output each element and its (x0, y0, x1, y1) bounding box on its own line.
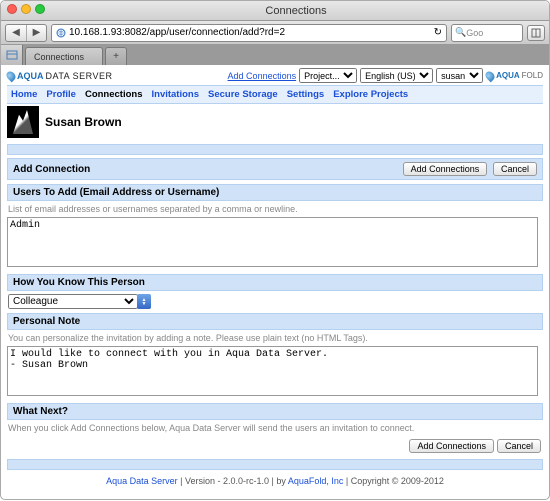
search-field[interactable]: 🔍 Goo (451, 24, 523, 42)
select-stepper-icon[interactable]: ▲▼ (137, 294, 151, 309)
nav-profile[interactable]: Profile (46, 89, 76, 100)
main-nav: Home Profile Connections Invitations Secure … (7, 85, 543, 104)
user-select[interactable]: susan (436, 68, 483, 83)
drop-icon (5, 69, 18, 82)
project-select[interactable]: Project... (299, 68, 357, 83)
nav-connections[interactable]: Connections (85, 89, 143, 100)
user-name: Susan Brown (45, 115, 122, 129)
users-input[interactable] (7, 217, 538, 267)
section-users: Users To Add (Email Address or Username) (7, 184, 543, 201)
back-button[interactable]: ◀ (6, 25, 26, 41)
bookmarks-icon[interactable] (1, 45, 23, 65)
page-title: Add Connection (13, 164, 90, 175)
drop-icon (484, 69, 497, 82)
section-note: Personal Note (7, 313, 543, 330)
nav-invitations[interactable]: Invitations (152, 89, 200, 100)
window-titlebar: Connections (1, 1, 549, 21)
hint-note: You can personalize the invitation by ad… (8, 333, 542, 343)
forward-button[interactable]: ▶ (26, 25, 46, 41)
hint-next: When you click Add Connections below, Aq… (8, 423, 542, 433)
footer-link-af[interactable]: AquaFold, Inc (288, 476, 344, 486)
how-select[interactable]: Colleague (8, 294, 138, 309)
url-text: 10.168.1.93:8082/app/user/connection/add… (69, 27, 285, 38)
minimize-icon[interactable] (21, 4, 31, 14)
section-next: What Next? (7, 403, 543, 420)
footer: Aqua Data Server | Version - 2.0.0-rc-1.… (7, 476, 543, 486)
nav-secure-storage[interactable]: Secure Storage (208, 89, 278, 100)
bookmark-button[interactable] (527, 25, 545, 41)
cancel-button[interactable]: Cancel (493, 162, 537, 176)
globe-icon (56, 28, 66, 38)
footer-link-ads[interactable]: Aqua Data Server (106, 476, 178, 486)
aquafold-logo: AQUAFOLD (486, 71, 543, 81)
note-input[interactable] (7, 346, 538, 396)
new-tab-button[interactable]: + (105, 47, 127, 65)
brand-logo: AQUA DATA SERVER (7, 71, 113, 81)
divider (7, 144, 543, 155)
window-title: Connections (49, 5, 543, 17)
add-connections-button[interactable]: Add Connections (403, 162, 488, 176)
avatar (7, 106, 39, 138)
tab-connections[interactable]: Connections (25, 47, 103, 65)
nav-settings[interactable]: Settings (287, 89, 324, 100)
browser-toolbar: ◀ ▶ 10.168.1.93:8082/app/user/connection… (1, 21, 549, 45)
hint-users: List of email addresses or usernames sep… (8, 204, 542, 214)
section-how: How You Know This Person (7, 274, 543, 291)
page-title-bar: Add Connection Add Connections Cancel (7, 158, 543, 180)
add-connections-button[interactable]: Add Connections (409, 439, 494, 453)
language-select[interactable]: English (US) (360, 68, 433, 83)
zoom-icon[interactable] (35, 4, 45, 14)
url-field[interactable]: 10.168.1.93:8082/app/user/connection/add… (51, 24, 447, 42)
nav-home[interactable]: Home (11, 89, 37, 100)
nav-explore-projects[interactable]: Explore Projects (333, 89, 408, 100)
cancel-button[interactable]: Cancel (497, 439, 541, 453)
reload-icon[interactable]: ↻ (434, 27, 442, 38)
book-icon (531, 28, 541, 38)
tab-bar: Connections + (1, 45, 549, 65)
divider (7, 459, 543, 470)
close-icon[interactable] (7, 4, 17, 14)
add-connections-link[interactable]: Add Connections (228, 71, 297, 81)
